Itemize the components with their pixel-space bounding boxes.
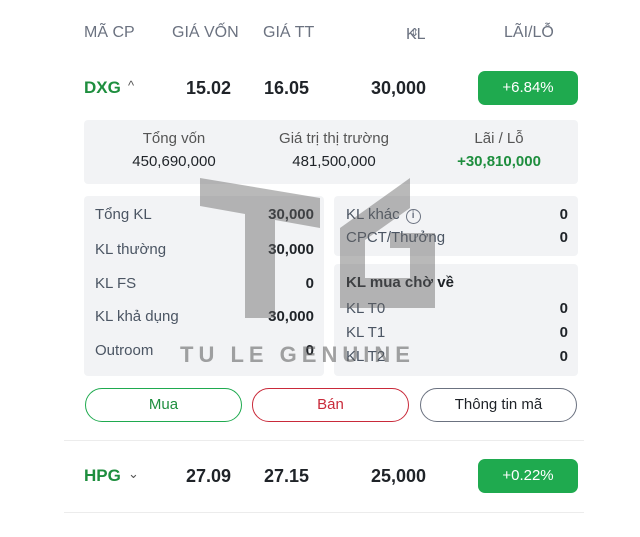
profit-loss: Lãi / Lỗ +30,810,000: [439, 130, 559, 170]
profit-loss-value: +30,810,000: [457, 153, 541, 170]
chevron-up-icon[interactable]: ^: [128, 78, 134, 93]
pending-buy-panel: KL mua chờ về KL T0 0 KL T1 0 KL T2 0: [334, 264, 578, 376]
quantity-details-panel: Tổng KL 30,000 KL thường 30,000 KL FS 0 …: [84, 196, 324, 376]
detail-value: 0: [559, 300, 568, 317]
detail-value: 0: [305, 342, 314, 359]
detail-value: 0: [559, 229, 568, 246]
detail-value: 30,000: [268, 241, 314, 258]
column-header: MÃ CP GIÁ VỐN GIÁ TT KL ⇕ LÃI/LỖ: [0, 22, 640, 46]
market-price: 16.05: [264, 78, 310, 98]
row-divider: [64, 440, 584, 441]
header-code: MÃ CP: [84, 24, 135, 41]
detail-value: 30,000: [268, 206, 314, 223]
market-value-label: Giá trị thị trường: [279, 130, 389, 147]
detail-value: 30,000: [268, 308, 314, 325]
sell-button[interactable]: Bán: [252, 388, 409, 422]
buy-button[interactable]: Mua: [85, 388, 242, 422]
detail-label: Outroom: [95, 342, 154, 359]
summary-panel: Tổng vốn 450,690,000 Giá trị thị trường …: [84, 120, 578, 184]
detail-label: KL khả dụng: [95, 308, 179, 325]
chevron-down-icon[interactable]: ⌄: [128, 466, 139, 482]
quantity: 30,000: [371, 78, 427, 98]
header-market-price: GIÁ TT: [263, 24, 315, 41]
pl-percent-badge[interactable]: +6.84%: [478, 71, 578, 105]
market-value-value: 481,500,000: [292, 153, 376, 170]
header-cost-price: GIÁ VỐN: [172, 24, 239, 41]
detail-value: 0: [305, 275, 314, 292]
profit-loss-label: Lãi / Lỗ: [474, 130, 524, 147]
other-quantity-panel: KL khác i 0 CPCT/Thưởng 0: [334, 196, 578, 256]
market-value: Giá trị thị trường 481,500,000: [259, 130, 409, 170]
cost-price: 15.02: [186, 78, 232, 98]
detail-value: 0: [559, 206, 568, 223]
cost-price: 27.09: [186, 466, 232, 486]
detail-label: KL T2: [346, 348, 386, 365]
detail-value: 0: [559, 348, 568, 365]
detail-label: KL T0: [346, 300, 386, 317]
stock-row-dxg[interactable]: DXG ^ 15.02 16.05 30,000 +6.84%: [64, 60, 584, 120]
detail-label: CPCT/Thưởng: [346, 229, 446, 246]
stock-code[interactable]: DXG: [84, 78, 121, 98]
detail-label: KL khác: [346, 206, 400, 223]
detail-label: Tổng KL: [95, 206, 152, 223]
total-cost-label: Tổng vốn: [142, 130, 206, 147]
total-cost-value: 450,690,000: [132, 153, 216, 170]
total-cost: Tổng vốn 450,690,000: [114, 130, 234, 170]
stock-code[interactable]: HPG: [84, 466, 121, 486]
pl-percent-badge[interactable]: +0.22%: [478, 459, 578, 493]
row-divider: [64, 512, 584, 513]
quantity: 25,000: [371, 466, 427, 486]
market-price: 27.15: [264, 466, 310, 486]
sort-icon[interactable]: ⇕: [410, 26, 419, 39]
info-icon[interactable]: i: [405, 209, 421, 224]
stock-info-button[interactable]: Thông tin mã: [420, 388, 577, 422]
detail-label: KL T1: [346, 324, 386, 341]
header-profit-loss: LÃI/LỖ: [504, 24, 554, 41]
stock-row-hpg[interactable]: HPG ⌄ 27.09 27.15 25,000 +0.22%: [64, 448, 584, 508]
pending-title: KL mua chờ về: [346, 274, 454, 291]
detail-label: KL thường: [95, 241, 167, 258]
detail-value: 0: [559, 324, 568, 341]
detail-label: KL FS: [95, 275, 137, 292]
